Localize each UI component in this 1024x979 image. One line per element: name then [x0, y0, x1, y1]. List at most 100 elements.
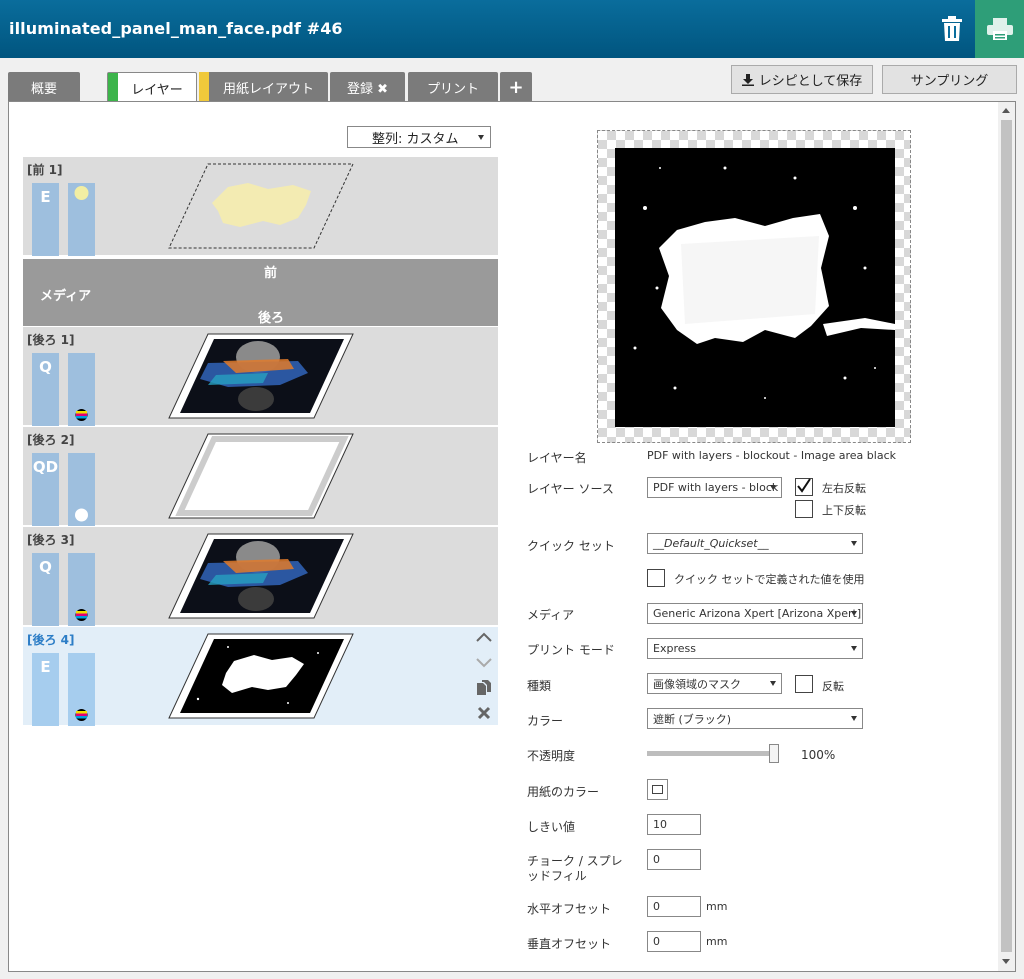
layer-thumbnail — [168, 633, 354, 719]
tab-print[interactable]: プリント — [408, 72, 498, 102]
flip-vertical-label: 上下反転 — [822, 504, 866, 517]
layer-row-front-1[interactable]: [前 1] E — [23, 157, 498, 256]
scroll-up-arrow-icon[interactable] — [1002, 108, 1010, 113]
layer-name: [前 1] — [27, 163, 63, 177]
opacity-slider-fill — [647, 751, 779, 756]
tab-add[interactable]: + — [500, 72, 532, 102]
quickset-value: __Default_Quickset__ — [653, 537, 769, 550]
white-dot-icon — [75, 508, 88, 522]
type-value: 画像領域のマスク — [653, 677, 741, 691]
color-select[interactable]: 遮断 (ブラック) — [647, 708, 863, 729]
quickset-label: クイック セット — [527, 539, 615, 553]
chevron-down-icon — [478, 135, 484, 140]
move-down-icon[interactable] — [476, 655, 492, 671]
printer-icon — [986, 18, 1013, 40]
layer-thumbnail — [168, 333, 354, 419]
chevron-down-icon — [851, 716, 857, 721]
chevron-down-icon — [851, 611, 857, 616]
tab-paper-layout-label: 用紙レイアウト — [222, 81, 314, 97]
move-up-icon[interactable] — [476, 629, 492, 645]
v-offset-input[interactable]: 0 — [647, 931, 701, 952]
yellow-dot-icon — [74, 186, 89, 200]
delete-button[interactable] — [930, 0, 974, 58]
print-mode-select[interactable]: Express — [647, 638, 863, 659]
vertical-scrollbar[interactable] — [998, 102, 1015, 971]
trash-icon — [942, 16, 962, 41]
scroll-down-arrow-icon[interactable] — [1002, 959, 1010, 964]
h-offset-label: 水平オフセット — [527, 902, 612, 916]
color-swatch-icon — [652, 785, 663, 794]
chevron-down-icon — [851, 646, 857, 651]
layer-preview — [597, 130, 911, 443]
choke-spread-label-2: ッドフィル — [527, 869, 587, 883]
opacity-label: 不透明度 — [527, 749, 576, 763]
paper-color-label: 用紙のカラー — [527, 785, 600, 799]
color-label: カラー — [527, 714, 564, 728]
media-field-label: メディア — [527, 608, 575, 622]
paper-color-picker[interactable] — [647, 779, 668, 800]
media-front-label: 前 — [264, 266, 278, 281]
print-button[interactable] — [975, 0, 1024, 58]
opacity-slider-track[interactable] — [647, 751, 779, 756]
print-mode-value: Express — [653, 642, 696, 655]
duplicate-icon[interactable] — [476, 680, 492, 696]
window-title: illuminated_panel_man_face.pdf #46 — [9, 19, 343, 38]
h-offset-unit: mm — [706, 900, 728, 913]
save-recipe-button[interactable]: レシピとして保存 — [731, 65, 873, 94]
threshold-input[interactable]: 10 — [647, 814, 701, 835]
layer-row-back-1[interactable]: [後ろ 1] Q — [23, 327, 498, 426]
chevron-down-icon — [851, 541, 857, 546]
media-select[interactable]: Generic Arizona Xpert [Arizona Xpert] — [647, 603, 863, 624]
opacity-slider-handle[interactable] — [769, 744, 779, 763]
download-icon — [741, 73, 754, 86]
sort-select-value: 整列: カスタム — [372, 131, 459, 147]
tab-layers[interactable]: レイヤー — [107, 72, 197, 103]
layer-color-column — [68, 653, 95, 726]
chevron-down-icon — [770, 681, 776, 686]
tab-registration[interactable]: 登録 ✖ — [330, 72, 405, 102]
layer-name-label: レイヤー名 — [527, 451, 587, 465]
flip-vertical-checkbox[interactable] — [795, 500, 813, 518]
print-mode-label: プリント モード — [527, 643, 615, 657]
v-offset-label: 垂直オフセット — [527, 937, 612, 951]
tab-layers-label: レイヤー — [131, 82, 183, 98]
layer-thumbnail — [168, 433, 354, 519]
h-offset-input[interactable]: 0 — [647, 896, 701, 917]
layer-thumbnail — [168, 533, 354, 619]
quickset-select[interactable]: __Default_Quickset__ — [647, 533, 863, 554]
sampling-button[interactable]: サンプリング — [882, 65, 1017, 94]
sort-select[interactable]: 整列: カスタム — [347, 126, 491, 148]
choke-spread-input[interactable]: 0 — [647, 849, 701, 870]
layer-ink-mode: E — [32, 183, 59, 256]
type-label: 種類 — [527, 679, 552, 693]
type-select[interactable]: 画像領域のマスク — [647, 673, 782, 694]
invert-checkbox[interactable] — [795, 675, 813, 693]
cmyk-icon — [75, 409, 88, 421]
layer-row-back-4[interactable]: [後ろ 4] E — [23, 627, 498, 726]
title-bar: illuminated_panel_man_face.pdf #46 — [0, 0, 1024, 58]
flip-horizontal-checkbox[interactable] — [795, 478, 813, 496]
layer-row-back-3[interactable]: [後ろ 3] Q — [23, 527, 498, 626]
use-quickset-checkbox[interactable] — [647, 569, 665, 587]
flip-horizontal-label: 左右反転 — [822, 482, 866, 495]
layer-source-select[interactable]: PDF with layers - block — [647, 477, 782, 498]
opacity-value: 100% — [801, 748, 836, 762]
layer-ink-mode: QD — [32, 453, 59, 526]
color-value: 遮断 (ブラック) — [653, 712, 732, 726]
layer-color-column — [68, 453, 95, 526]
invert-label: 反転 — [822, 680, 844, 693]
delete-layer-icon[interactable] — [476, 705, 492, 721]
layer-name: [後ろ 2] — [27, 433, 75, 447]
tab-overview[interactable]: 概要 — [8, 72, 80, 102]
save-recipe-label: レシピとして保存 — [758, 74, 863, 89]
scrollbar-thumb[interactable] — [1001, 120, 1012, 952]
layer-color-column — [68, 353, 95, 426]
tab-paper-layout[interactable]: 用紙レイアウト — [199, 72, 328, 102]
layer-source-value: PDF with layers - block — [653, 481, 779, 494]
layer-name-value: PDF with layers - blockout - Image area … — [647, 449, 896, 462]
use-quickset-label: クイック セットで定義された値を使用 — [674, 573, 865, 586]
chevron-down-icon — [770, 485, 776, 490]
check-icon — [797, 478, 811, 493]
layer-row-back-2[interactable]: [後ろ 2] QD — [23, 427, 498, 526]
layer-name: [後ろ 4] — [27, 633, 75, 647]
